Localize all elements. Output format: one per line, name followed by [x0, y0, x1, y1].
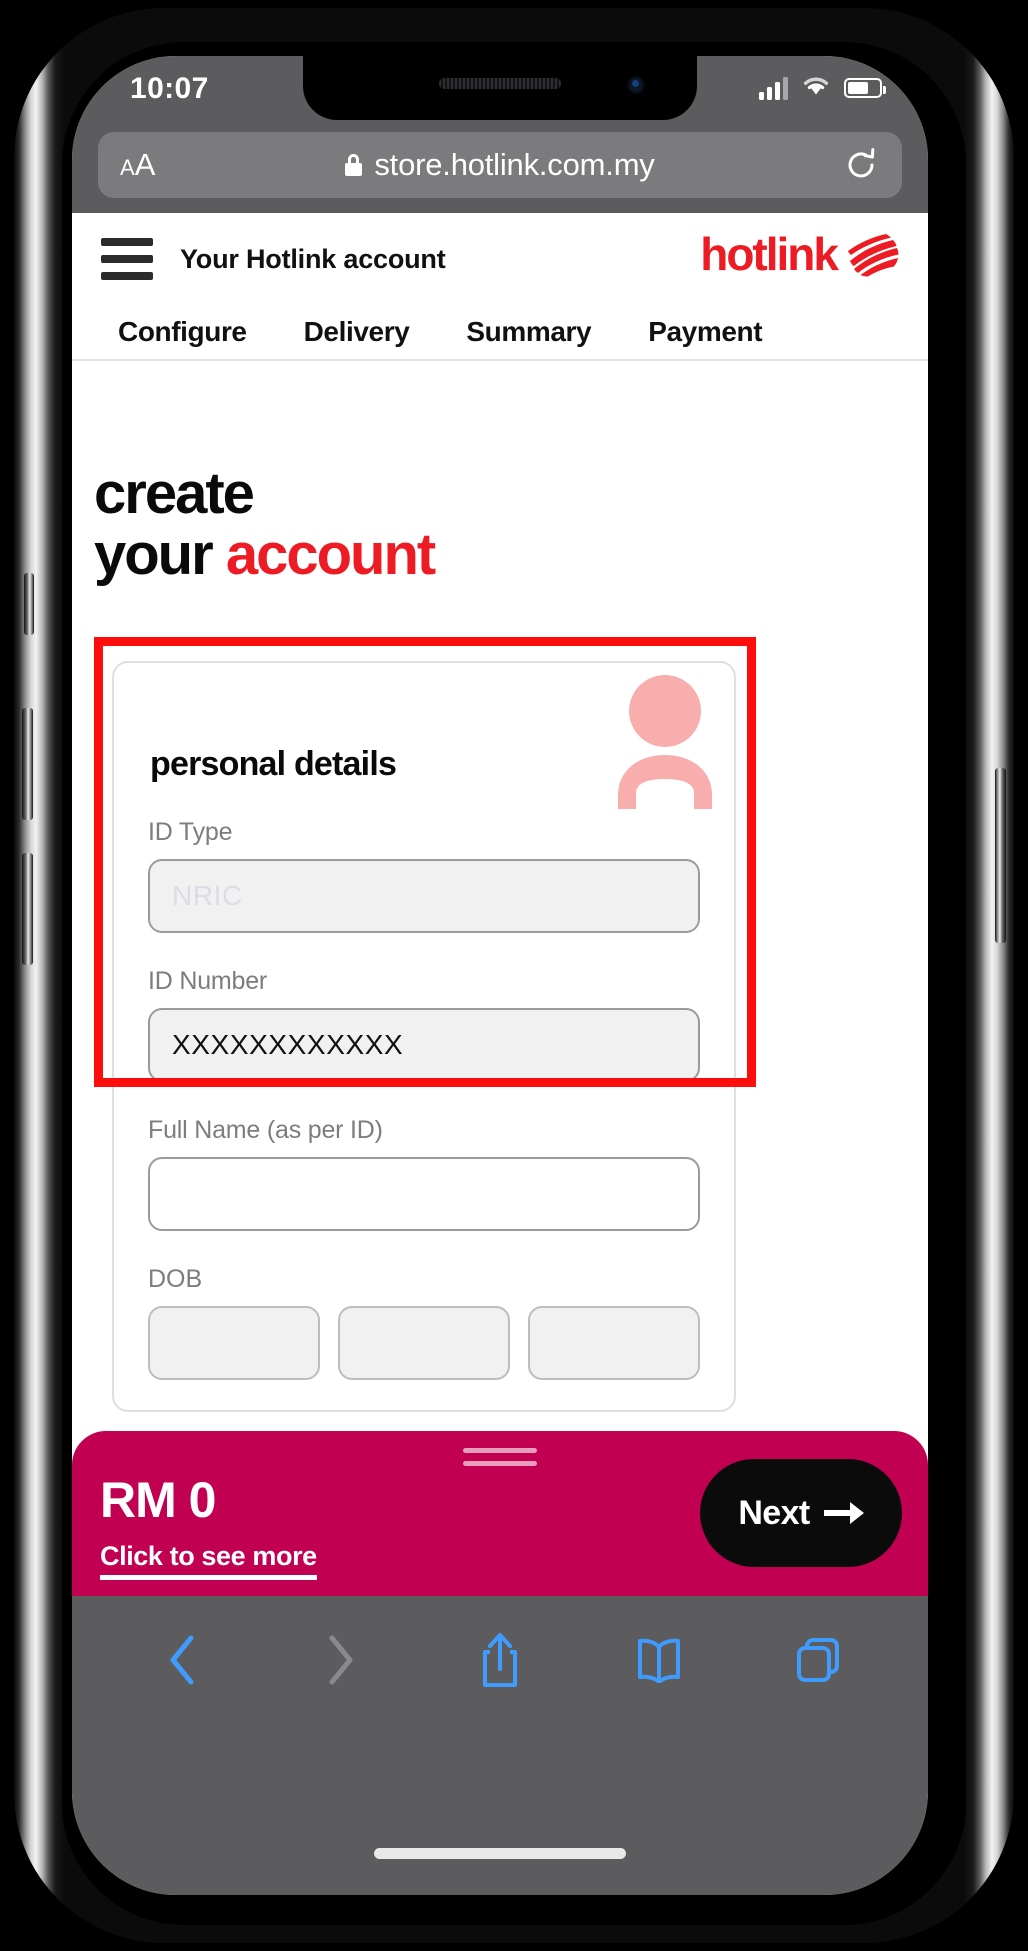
volume-up-button[interactable]	[22, 708, 33, 820]
drag-handle[interactable]	[463, 1448, 537, 1474]
cellular-signal-icon	[759, 76, 788, 100]
id-number-value: XXXXXXXXXXXX	[172, 1029, 404, 1060]
battery-icon	[844, 78, 886, 98]
dob-month-select[interactable]	[338, 1306, 510, 1380]
id-type-value: NRIC	[172, 880, 243, 911]
sticky-action-bar[interactable]: RM 0 Click to see more Next	[72, 1431, 928, 1596]
heading-accent: account	[225, 522, 436, 588]
bookmarks-icon[interactable]	[631, 1629, 687, 1691]
status-indicators	[759, 74, 886, 102]
dob-day-select[interactable]	[148, 1306, 320, 1380]
field-label-id-type: ID Type	[148, 818, 233, 846]
hotlink-swoosh-icon	[846, 231, 902, 277]
full-name-input[interactable]	[148, 1157, 700, 1231]
field-id-type: ID Type NRIC	[114, 818, 734, 933]
person-avatar-icon	[606, 667, 724, 809]
reload-icon[interactable]	[844, 148, 878, 182]
heading-plain: your	[94, 522, 226, 588]
tab-delivery[interactable]: Delivery	[304, 316, 410, 348]
tab-payment[interactable]: Payment	[648, 316, 762, 348]
back-icon[interactable]	[154, 1629, 210, 1691]
field-full-name: Full Name (as per ID)	[114, 1116, 734, 1231]
field-id-number: ID Number XXXXXXXXXXXX	[114, 967, 734, 1082]
brand-wordmark: hotlink	[700, 228, 839, 280]
hamburger-menu-icon[interactable]	[101, 238, 153, 280]
site-header: Your Hotlink account hotlink	[72, 213, 928, 305]
phone-screen: 10:07 AA store.hotlink.com.my Your Hotli…	[72, 56, 928, 1895]
tab-configure[interactable]: Configure	[118, 316, 247, 348]
volume-down-button[interactable]	[22, 853, 33, 965]
field-label-id-number: ID Number	[148, 967, 268, 995]
silence-switch[interactable]	[24, 573, 34, 635]
page-heading: create your account	[94, 461, 436, 588]
id-number-input[interactable]: XXXXXXXXXXXX	[148, 1008, 700, 1082]
url-display[interactable]: store.hotlink.com.my	[98, 147, 902, 183]
heading-line-1: create	[94, 461, 255, 526]
lock-icon	[345, 154, 363, 176]
next-button[interactable]: Next	[700, 1459, 902, 1567]
share-icon[interactable]	[472, 1629, 528, 1691]
webpage-viewport: Your Hotlink account hotlink Configure D…	[72, 213, 928, 1596]
page-title: Your Hotlink account	[180, 243, 446, 274]
display-notch	[303, 56, 697, 120]
earpiece-speaker	[439, 78, 561, 89]
heading-line-2: your account	[94, 522, 436, 588]
tab-divider	[72, 359, 928, 361]
field-label-dob: DOB	[148, 1265, 203, 1293]
hotlink-logo[interactable]: hotlink	[700, 231, 902, 277]
forward-icon	[313, 1629, 369, 1691]
tab-summary[interactable]: Summary	[466, 316, 591, 348]
tabs-icon[interactable]	[790, 1629, 846, 1691]
url-text: store.hotlink.com.my	[374, 147, 655, 182]
arrow-right-icon	[823, 1499, 864, 1527]
dob-year-select[interactable]	[528, 1306, 700, 1380]
status-time: 10:07	[130, 72, 209, 105]
wifi-icon	[801, 74, 831, 102]
home-indicator[interactable]	[374, 1848, 626, 1859]
next-button-label: Next	[738, 1493, 810, 1532]
front-camera	[627, 76, 645, 94]
toolbar-icons	[72, 1614, 928, 1706]
dob-selects	[114, 1306, 734, 1380]
click-to-see-more-link[interactable]: Click to see more	[100, 1543, 317, 1580]
id-type-select[interactable]: NRIC	[148, 859, 700, 933]
field-label-full-name: Full Name (as per ID)	[148, 1116, 383, 1144]
safari-bottom-toolbar	[72, 1596, 928, 1895]
address-bar[interactable]: AA store.hotlink.com.my	[98, 132, 902, 198]
checkout-step-tabs: Configure Delivery Summary Payment	[72, 305, 928, 359]
personal-details-card: personal details ID Type NRIC ID Number …	[112, 661, 736, 1412]
total-price: RM 0	[100, 1472, 216, 1528]
power-button[interactable]	[995, 768, 1006, 943]
